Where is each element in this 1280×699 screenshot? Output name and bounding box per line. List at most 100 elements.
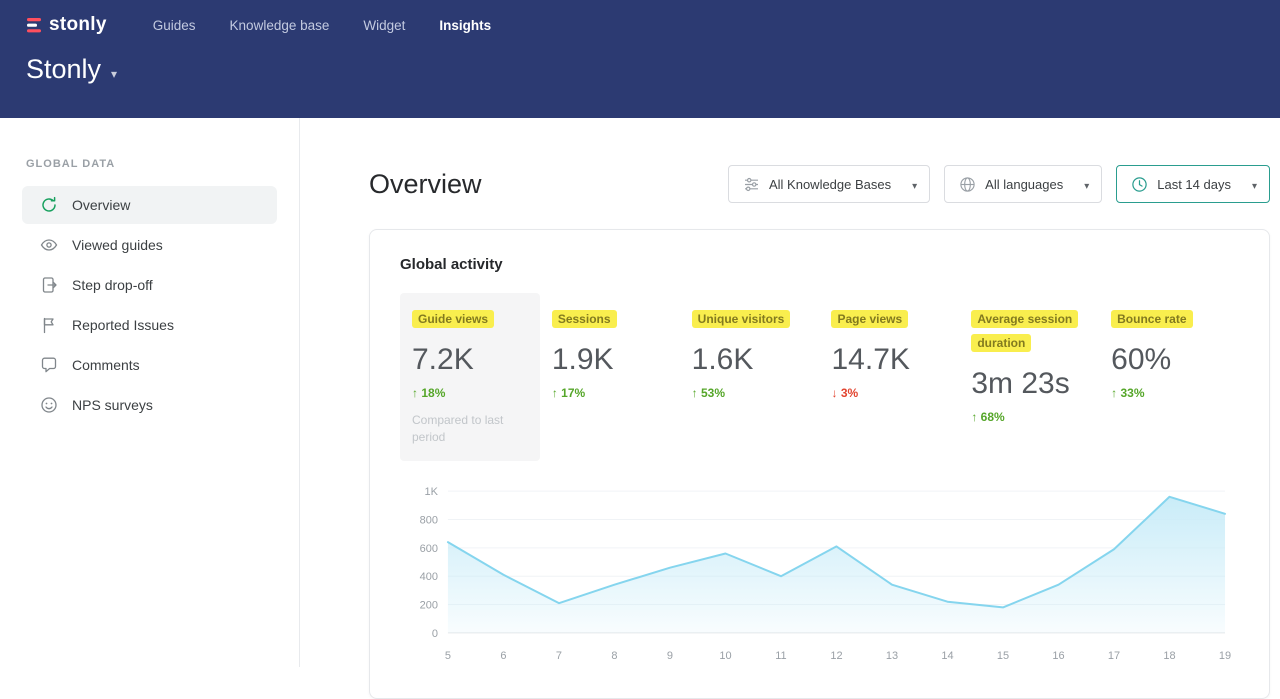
overview-icon	[40, 196, 58, 214]
nav-item-guides[interactable]: Guides	[153, 18, 196, 33]
logo-text: stonly	[49, 14, 107, 36]
svg-text:1K: 1K	[425, 486, 439, 498]
metric-bounce-rate[interactable]: Bounce rate 60% ↑ 33%	[1099, 293, 1239, 461]
sidebar-item-label: Step drop-off	[72, 277, 153, 293]
sidebar-section-label: GLOBAL DATA	[0, 158, 299, 170]
arrow-down-icon: ↓	[831, 386, 837, 400]
sidebar-item-viewed-guides[interactable]: Viewed guides	[22, 226, 277, 264]
svg-text:6: 6	[500, 650, 506, 662]
sidebar-item-label: Overview	[72, 197, 130, 213]
sidebar-item-label: Comments	[72, 357, 140, 373]
metric-delta: ↑ 18%	[412, 386, 528, 400]
metric-delta: ↑ 17%	[552, 386, 668, 400]
flag-icon	[40, 316, 58, 334]
metric-page-views[interactable]: Page views 14.7K ↓ 3%	[819, 293, 959, 461]
svg-text:11: 11	[775, 650, 786, 662]
languages-filter[interactable]: All languages	[944, 165, 1102, 203]
svg-text:10: 10	[719, 650, 731, 662]
nav-item-widget[interactable]: Widget	[363, 18, 405, 33]
svg-text:14: 14	[941, 650, 953, 662]
metric-delta: ↑ 68%	[971, 410, 1087, 424]
global-activity-card: Global activity Guide views 7.2K ↑ 18% C…	[369, 229, 1270, 699]
chevron-down-icon	[1252, 177, 1257, 192]
metric-delta: ↓ 3%	[831, 386, 947, 400]
metric-label: Unique visitors	[692, 310, 791, 328]
svg-text:12: 12	[830, 650, 842, 662]
metric-guide-views[interactable]: Guide views 7.2K ↑ 18% Compared to last …	[400, 293, 540, 461]
svg-text:800: 800	[420, 514, 438, 526]
chevron-down-icon	[912, 177, 917, 192]
filters-bar: All Knowledge Bases All languages Last 1…	[728, 165, 1270, 203]
eye-icon	[40, 236, 58, 254]
metric-value: 1.9K	[552, 343, 668, 377]
metric-value: 60%	[1111, 343, 1227, 377]
knowledge-bases-filter-value: All Knowledge Bases	[769, 177, 891, 192]
card-title: Global activity	[400, 256, 1239, 273]
workspace-name: Stonly	[26, 54, 101, 85]
date-range-filter-value: Last 14 days	[1157, 177, 1231, 192]
knowledge-bases-filter[interactable]: All Knowledge Bases	[728, 165, 930, 203]
stonly-logo-icon	[26, 17, 42, 34]
metric-delta: ↑ 33%	[1111, 386, 1227, 400]
metric-label: Bounce rate	[1111, 310, 1192, 328]
arrow-up-icon: ↑	[412, 386, 418, 400]
svg-text:19: 19	[1219, 650, 1231, 662]
svg-text:200: 200	[420, 599, 438, 611]
workspace-switcher[interactable]: Stonly	[26, 54, 117, 85]
metric-label: Sessions	[552, 310, 617, 328]
metric-value: 14.7K	[831, 343, 947, 377]
date-range-filter[interactable]: Last 14 days	[1116, 165, 1270, 203]
sidebar-item-step-drop-off[interactable]: Step drop-off	[22, 266, 277, 304]
metric-label: Guide views	[412, 310, 494, 328]
comment-icon	[40, 356, 58, 374]
sidebar-item-label: Viewed guides	[72, 237, 163, 253]
metric-value: 1.6K	[692, 343, 808, 377]
metric-sessions[interactable]: Sessions 1.9K ↑ 17%	[540, 293, 680, 461]
arrow-up-icon: ↑	[1111, 386, 1117, 400]
svg-text:9: 9	[667, 650, 673, 662]
sliders-icon	[743, 176, 760, 193]
metric-label: Page views	[831, 310, 908, 328]
arrow-up-icon: ↑	[692, 386, 698, 400]
sidebar: GLOBAL DATA Overview Viewed guides Step …	[0, 118, 300, 667]
svg-text:18: 18	[1163, 650, 1175, 662]
step-dropoff-icon	[40, 276, 58, 294]
sidebar-item-overview[interactable]: Overview	[22, 186, 277, 224]
top-navbar: stonly Guides Knowledge base Widget Insi…	[0, 0, 1280, 118]
sidebar-item-label: Reported Issues	[72, 317, 174, 333]
arrow-up-icon: ↑	[552, 386, 558, 400]
arrow-up-icon: ↑	[971, 410, 977, 424]
svg-text:15: 15	[997, 650, 1009, 662]
sidebar-item-reported-issues[interactable]: Reported Issues	[22, 306, 277, 344]
svg-text:17: 17	[1108, 650, 1120, 662]
svg-text:400: 400	[420, 571, 438, 583]
metric-label: Average session duration	[971, 310, 1078, 352]
chevron-down-icon	[111, 54, 117, 85]
metric-value: 3m 23s	[971, 367, 1087, 401]
activity-chart[interactable]: 02004006008001K5678910111213141516171819	[400, 477, 1239, 667]
svg-text:5: 5	[445, 650, 451, 662]
svg-text:7: 7	[556, 650, 562, 662]
nav-item-insights[interactable]: Insights	[439, 18, 491, 33]
sidebar-item-nps-surveys[interactable]: NPS surveys	[22, 386, 277, 424]
metric-unique-visitors[interactable]: Unique visitors 1.6K ↑ 53%	[680, 293, 820, 461]
metric-delta: ↑ 53%	[692, 386, 808, 400]
nav-item-knowledge-base[interactable]: Knowledge base	[230, 18, 330, 33]
metric-note: Compared to last period	[412, 412, 508, 447]
metrics-row: Guide views 7.2K ↑ 18% Compared to last …	[400, 293, 1239, 461]
metric-value: 7.2K	[412, 343, 528, 377]
primary-nav: Guides Knowledge base Widget Insights	[153, 18, 491, 33]
svg-text:16: 16	[1052, 650, 1064, 662]
stonly-logo[interactable]: stonly	[26, 14, 107, 36]
chevron-down-icon	[1084, 177, 1089, 192]
sidebar-item-comments[interactable]: Comments	[22, 346, 277, 384]
languages-filter-value: All languages	[985, 177, 1063, 192]
main-content: Overview All Knowledge Bases All languag…	[300, 118, 1280, 667]
smiley-icon	[40, 396, 58, 414]
clock-icon	[1131, 176, 1148, 193]
svg-text:13: 13	[886, 650, 898, 662]
svg-text:8: 8	[611, 650, 617, 662]
metric-average-session-duration[interactable]: Average session duration 3m 23s ↑ 68%	[959, 293, 1099, 461]
page-title: Overview	[369, 169, 482, 200]
globe-icon	[959, 176, 976, 193]
